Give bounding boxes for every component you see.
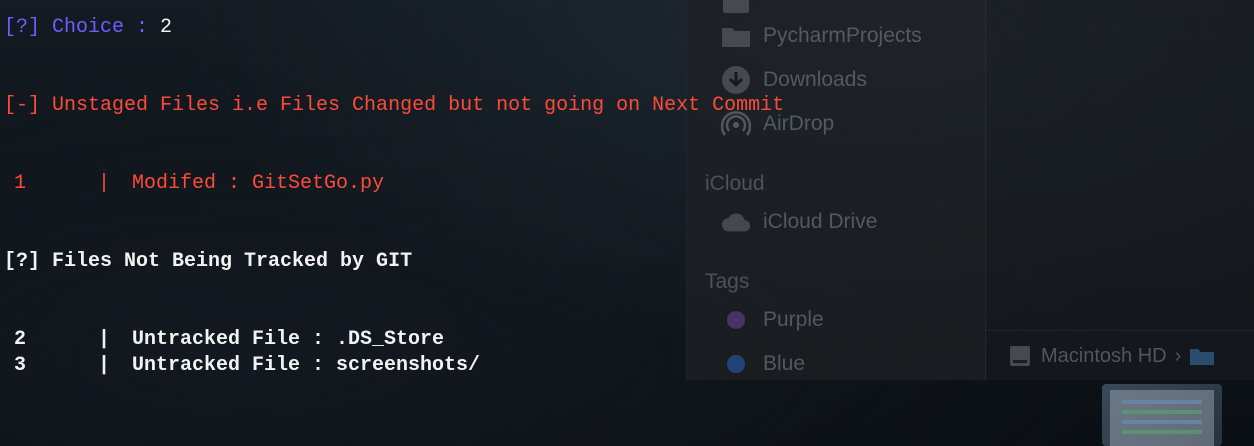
choice-value: 2	[160, 16, 173, 39]
terminal-output: [?] Choice : 2 [-] Unstaged Files i.e Fi…	[0, 0, 1254, 446]
row-number: 3	[14, 354, 27, 377]
row-text: Untracked File : screenshots/	[132, 354, 481, 377]
row-separator: |	[98, 354, 111, 377]
row-separator: |	[98, 172, 111, 195]
row-text: Modifed : GitSetGo.py	[132, 172, 385, 195]
untracked-header: [?] Files Not Being Tracked by GIT	[4, 250, 413, 273]
row-separator: |	[98, 328, 111, 351]
untracked-row: 3 | Untracked File : screenshots/	[4, 353, 480, 379]
untracked-row: 2 | Untracked File : .DS_Store	[4, 327, 444, 353]
unstaged-row: 1 | Modifed : GitSetGo.py	[4, 171, 384, 197]
choice-line: [?] Choice : 2	[4, 15, 172, 41]
choice-prompt: [?] Choice :	[4, 16, 161, 39]
unstaged-header: [-] Unstaged Files i.e Files Changed but…	[4, 94, 785, 117]
row-text: Untracked File : .DS_Store	[132, 328, 445, 351]
row-number: 1	[14, 172, 27, 195]
row-number: 2	[14, 328, 27, 351]
